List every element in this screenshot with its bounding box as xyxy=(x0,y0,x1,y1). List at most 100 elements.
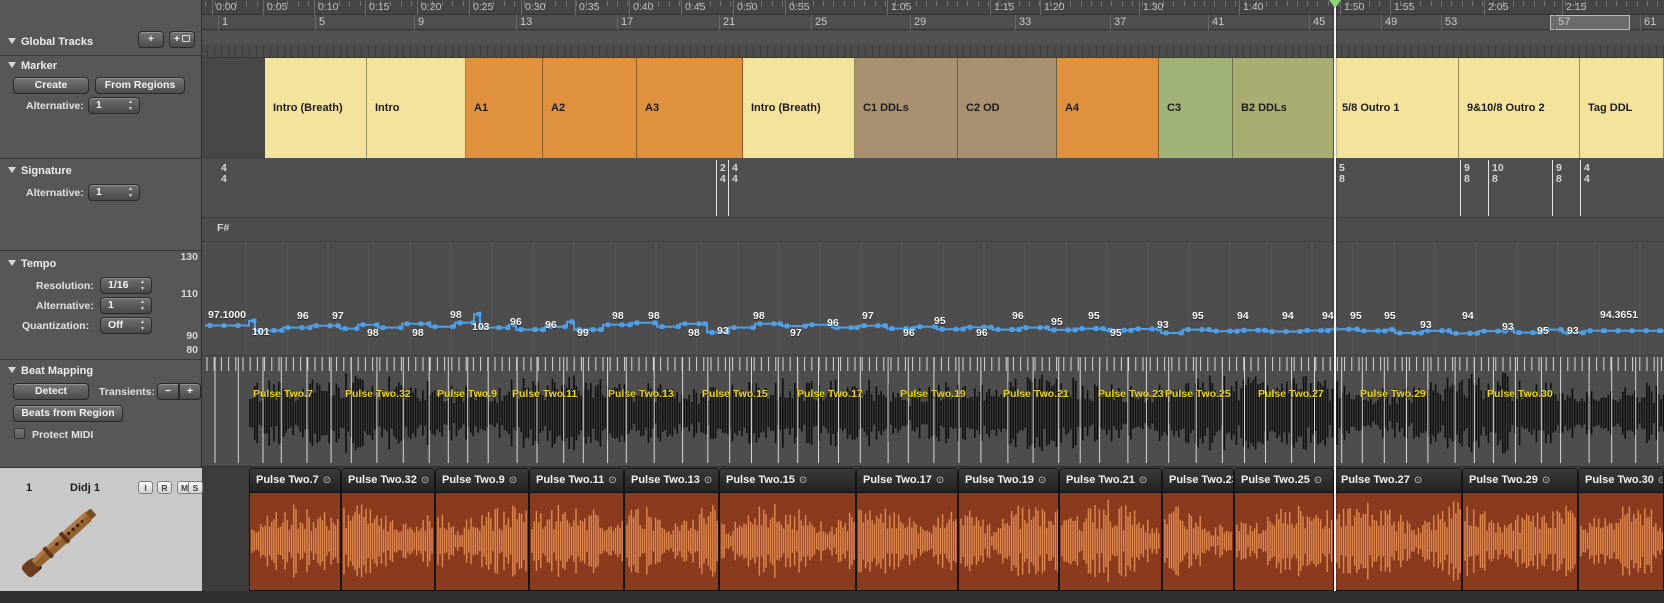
marker-region[interactable]: C1 DDLs xyxy=(855,58,958,158)
audio-region[interactable]: Pulse Two.7⊙ xyxy=(249,468,341,591)
transients-minus-button[interactable]: − xyxy=(157,383,179,400)
disclosure-triangle-icon[interactable] xyxy=(8,167,16,173)
audio-region-name[interactable]: Pulse Two.23⊙ xyxy=(1163,469,1233,493)
signature-event[interactable]: 4 4 xyxy=(732,163,738,185)
beat-mapping-region-label[interactable]: Pulse Two.9 xyxy=(437,388,497,400)
audio-region[interactable]: Pulse Two.15⊙ xyxy=(719,468,856,591)
audio-region-name[interactable]: Pulse Two.21⊙ xyxy=(1060,469,1161,493)
stepper-arrows-icon[interactable]: ▲▼ xyxy=(140,319,145,333)
beat-mapping-region-label[interactable]: Pulse Two.13 xyxy=(608,388,674,400)
disclosure-triangle-icon[interactable] xyxy=(8,38,16,44)
track-input-monitor-button[interactable]: I xyxy=(138,481,153,494)
marker-region[interactable]: A3 xyxy=(637,58,743,158)
tempo-quantization-stepper[interactable]: Off▲▼ xyxy=(100,317,152,334)
beat-mapping-region-label[interactable]: Pulse Two.11 xyxy=(512,388,577,400)
signature-event[interactable]: 4 4 xyxy=(221,163,227,185)
protect-midi-checkbox[interactable] xyxy=(14,428,25,439)
audio-region[interactable]: Pulse Two.27⊙ xyxy=(1334,468,1462,591)
tempo-alternative-stepper[interactable]: 1▲▼ xyxy=(100,297,152,314)
configure-global-tracks-button[interactable]: + xyxy=(169,31,195,48)
audio-region-name[interactable]: Pulse Two.15⊙ xyxy=(720,469,855,493)
beat-detect-button[interactable]: Detect xyxy=(13,383,89,400)
playhead-line[interactable] xyxy=(1334,0,1336,591)
audio-region[interactable]: Pulse Two.23⊙ xyxy=(1162,468,1234,591)
disclosure-triangle-icon[interactable] xyxy=(8,62,16,68)
tempo-resolution-stepper[interactable]: 1/16▲▼ xyxy=(100,277,152,294)
audio-region-name[interactable]: Pulse Two.30⊙ xyxy=(1579,469,1663,493)
add-global-track-button[interactable]: + xyxy=(138,31,164,48)
marker-region[interactable]: Intro xyxy=(367,58,466,158)
stepper-arrows-icon[interactable]: ▲▼ xyxy=(140,299,145,313)
beat-mapping-region-label[interactable]: Pulse Two.27 xyxy=(1258,388,1324,400)
disclosure-triangle-icon[interactable] xyxy=(8,260,16,266)
marker-from-regions-button[interactable]: From Regions xyxy=(95,77,185,94)
beat-mapping-region-label[interactable]: Pulse Two.21 xyxy=(1003,388,1069,400)
beat-mapping-region-label[interactable]: Pulse Two.7 xyxy=(253,388,313,400)
audio-region[interactable]: Pulse Two.11⊙ xyxy=(529,468,624,591)
audio-region[interactable]: Pulse Two.13⊙ xyxy=(624,468,719,591)
track-name[interactable]: Didj 1 xyxy=(70,482,100,494)
beat-mapping-region-label[interactable]: Pulse Two.29 xyxy=(1360,388,1426,400)
key-signature-row-bg[interactable] xyxy=(202,218,1664,242)
audio-region-name[interactable]: Pulse Two.32⊙ xyxy=(342,469,434,493)
beat-mapping-region-label[interactable]: Pulse Two.23 xyxy=(1098,388,1164,400)
stepper-arrows-icon[interactable]: ▲▼ xyxy=(128,99,133,113)
beat-mapping-region-label[interactable]: Pulse Two.19 xyxy=(900,388,966,400)
audio-region[interactable]: Pulse Two.25⊙ xyxy=(1234,468,1334,591)
audio-region[interactable]: Pulse Two.32⊙ xyxy=(341,468,435,591)
signature-event[interactable]: 5 8 xyxy=(1339,163,1345,185)
audio-region[interactable]: Pulse Two.9⊙ xyxy=(435,468,529,591)
audio-region[interactable]: Pulse Two.21⊙ xyxy=(1059,468,1162,591)
signature-event[interactable]: 2 4 xyxy=(720,163,726,185)
audio-region-name[interactable]: Pulse Two.9⊙ xyxy=(436,469,528,493)
marker-region[interactable]: Intro (Breath) xyxy=(743,58,855,158)
audio-region-name[interactable]: Pulse Two.25⊙ xyxy=(1235,469,1333,493)
marker-create-button[interactable]: Create xyxy=(13,77,89,94)
marker-region[interactable]: 5/8 Outro 1 xyxy=(1334,58,1459,158)
audio-region-name[interactable]: Pulse Two.11⊙ xyxy=(530,469,623,493)
stepper-arrows-icon[interactable]: ▲▼ xyxy=(140,279,145,293)
track-solo-button[interactable]: S xyxy=(188,481,203,494)
signature-event[interactable]: 10 8 xyxy=(1492,163,1504,185)
signature-event[interactable]: 9 8 xyxy=(1556,163,1562,185)
audio-region-name[interactable]: Pulse Two.17⊙ xyxy=(857,469,957,493)
beat-mapping-region-label[interactable]: Pulse Two.30 xyxy=(1487,388,1553,400)
track-record-enable-button[interactable]: R xyxy=(157,481,172,494)
marker-region[interactable]: Tag DDL xyxy=(1580,58,1664,158)
audio-region-name[interactable]: Pulse Two.7⊙ xyxy=(250,469,340,493)
signature-event[interactable]: 9 8 xyxy=(1464,163,1470,185)
track-header-didj[interactable]: 1 Didj 1 I R M S xyxy=(0,467,202,591)
signature-lane-bg[interactable] xyxy=(202,158,1664,218)
signature-event[interactable]: 4 4 xyxy=(1584,163,1590,185)
audio-region[interactable]: Pulse Two.19⊙ xyxy=(958,468,1059,591)
marker-region[interactable]: Intro (Breath) xyxy=(265,58,367,158)
marker-region[interactable]: B2 DDLs xyxy=(1233,58,1334,158)
marker-region[interactable]: A4 xyxy=(1057,58,1159,158)
beat-mapping-region-label[interactable]: Pulse Two.25 xyxy=(1165,388,1231,400)
stepper-arrows-icon[interactable]: ▲▼ xyxy=(128,186,133,200)
audio-region-name[interactable]: Pulse Two.27⊙ xyxy=(1335,469,1461,493)
beat-mapping-region-label[interactable]: Pulse Two.15 xyxy=(702,388,768,400)
beats-from-region-button[interactable]: Beats from Region xyxy=(13,405,123,422)
audio-region[interactable]: Pulse Two.29⊙ xyxy=(1462,468,1578,591)
beat-mapping-waveform[interactable] xyxy=(202,356,1664,466)
ruler-minor-tick xyxy=(1204,1,1205,6)
key-signature-label[interactable]: F# xyxy=(217,222,229,234)
beat-mapping-region-label[interactable]: Pulse Two.17 xyxy=(797,388,863,400)
audio-region[interactable]: Pulse Two.17⊙ xyxy=(856,468,958,591)
marker-region[interactable]: A1 xyxy=(466,58,543,158)
audio-region-name[interactable]: Pulse Two.13⊙ xyxy=(625,469,718,493)
signature-alternative-stepper[interactable]: 1▲▼ xyxy=(88,184,140,201)
marker-region[interactable]: C3 xyxy=(1159,58,1233,158)
marker-region[interactable]: C2 OD xyxy=(958,58,1057,158)
disclosure-triangle-icon[interactable] xyxy=(8,367,16,373)
audio-region-name[interactable]: Pulse Two.29⊙ xyxy=(1463,469,1577,493)
audio-region-name[interactable]: Pulse Two.19⊙ xyxy=(959,469,1058,493)
marker-region[interactable]: 9&10/8 Outro 2 xyxy=(1459,58,1580,158)
audio-region[interactable]: Pulse Two.30⊙ xyxy=(1578,468,1664,591)
playhead-marker-icon[interactable] xyxy=(1329,0,1341,8)
transients-plus-button[interactable]: + xyxy=(179,383,201,400)
marker-region[interactable]: A2 xyxy=(543,58,637,158)
marker-alternative-stepper[interactable]: 1▲▼ xyxy=(88,97,140,114)
beat-mapping-region-label[interactable]: Pulse Two.32 xyxy=(345,388,411,400)
